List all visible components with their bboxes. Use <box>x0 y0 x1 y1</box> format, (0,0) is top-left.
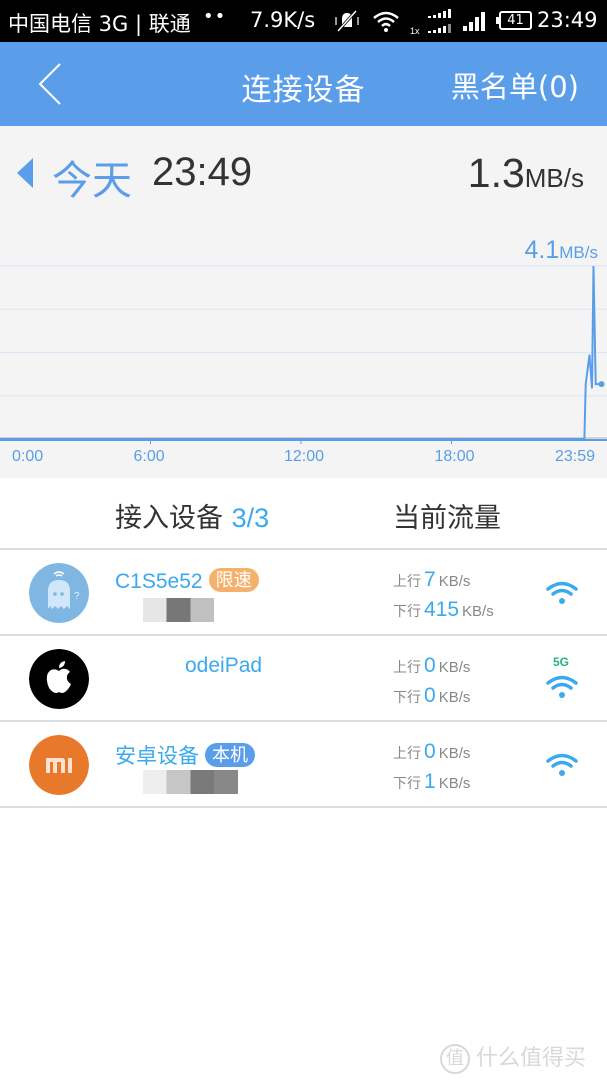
x-tick-label: 12:00 <box>284 448 325 465</box>
day-label[interactable]: 今天 <box>52 148 132 206</box>
download-value: 415 <box>424 598 460 621</box>
upload-line: 上行 0 KB/s <box>393 651 470 681</box>
x-tick-label: 6:00 <box>133 448 165 465</box>
wifi-5g-icon <box>546 675 578 698</box>
current-speed-unit: MB/s <box>524 163 584 193</box>
current-point-marker <box>598 381 605 388</box>
summary-time: 23:49 <box>152 150 253 194</box>
download-line: 下行 1 KB/s <box>393 767 470 797</box>
download-line: 下行 0 KB/s <box>393 681 470 711</box>
mute-icon <box>335 9 359 33</box>
download-value: 1 <box>424 770 436 793</box>
mi-logo-icon <box>29 735 89 795</box>
current-speed-value: 1.3 <box>467 150 525 196</box>
ghost-unknown-device-icon: ? <box>29 563 89 623</box>
download-unit: KB/s <box>462 603 494 620</box>
battery-icon: 41 <box>496 11 532 30</box>
download-unit: KB/s <box>438 689 471 706</box>
x-tick-label: 0:00 <box>12 448 44 465</box>
device-name-text: 安卓设备 <box>115 745 199 768</box>
apple-logo-icon <box>29 649 89 709</box>
traffic-chart-panel: 今天 23:49 1.3MB/s 4.1MB/s 0:00 6:00 12:00 18… <box>0 126 607 478</box>
this-device-badge: 本机 <box>205 743 255 767</box>
upload-value: 0 <box>424 654 436 677</box>
download-line: 下行 415 KB/s <box>393 595 494 625</box>
connected-devices-label: 接入设备 <box>115 503 223 534</box>
previous-day-arrow-icon[interactable] <box>17 158 33 188</box>
upload-value: 0 <box>424 740 436 763</box>
notification-dots: •• <box>203 6 227 27</box>
device-name: 安卓设备 本机 <box>115 740 255 770</box>
svg-text:?: ? <box>74 591 80 602</box>
svg-text:1x: 1x <box>410 26 420 36</box>
peak-speed-unit: MB/s <box>559 243 598 262</box>
device-name: C1S5e52 限速 <box>115 568 259 594</box>
device-mac-redacted <box>143 598 238 622</box>
network-speed: 7.9K/s <box>250 8 316 32</box>
download-label: 下行 <box>393 690 421 706</box>
peak-speed-label: 4.1MB/s <box>525 236 599 265</box>
device-name-text: odeiPad <box>185 654 263 677</box>
signal-icon <box>463 12 485 31</box>
upload-unit: KB/s <box>438 573 471 590</box>
x-tick-label: 18:00 <box>434 448 475 465</box>
device-row[interactable]: ? C1S5e52 限速 上行 7 KB/s 下行 415 KB/s <box>0 550 607 636</box>
watermark-text: 什么值得买 <box>476 1046 587 1071</box>
watermark: 值什么值得买 <box>440 1040 586 1074</box>
device-row[interactable]: odeiPad 上行 0 KB/s 下行 0 KB/s 5G <box>0 636 607 722</box>
device-list-header: 接入设备 3/3 当前流量 <box>0 478 607 550</box>
wifi-icon <box>546 581 578 604</box>
current-traffic-title: 当前流量 <box>393 503 501 534</box>
watermark-logo-icon: 值 <box>440 1044 470 1074</box>
upload-label: 上行 <box>393 660 421 676</box>
wifi-icon <box>546 753 578 776</box>
device-traffic: 上行 0 KB/s 下行 0 KB/s <box>393 651 470 711</box>
status-bar: 中国电信 3G | 联通 •• 7.9K/s 1x 41 23:49 <box>0 0 607 42</box>
device-mac-redacted <box>143 770 238 794</box>
upload-label: 上行 <box>393 574 421 590</box>
device-count: 3/3 <box>231 503 270 533</box>
blacklist-button[interactable]: 黑名单(0) <box>451 64 579 106</box>
upload-value: 7 <box>424 568 436 591</box>
wifi-icon <box>373 11 399 32</box>
download-value: 0 <box>424 684 436 707</box>
device-traffic: 上行 0 KB/s 下行 1 KB/s <box>393 737 470 797</box>
speed-limit-badge: 限速 <box>208 568 259 592</box>
carrier-label: 中国电信 3G | 联通 <box>8 12 191 36</box>
upload-label: 上行 <box>393 746 421 762</box>
download-label: 下行 <box>393 776 421 792</box>
dual-signal-icon: 1x <box>410 9 451 36</box>
device-name-text: C1S5e52 <box>115 570 203 593</box>
device-traffic: 上行 7 KB/s 下行 415 KB/s <box>393 565 494 625</box>
upload-line: 上行 7 KB/s <box>393 565 494 595</box>
upload-unit: KB/s <box>438 659 471 676</box>
upload-unit: KB/s <box>438 745 471 762</box>
app-header: 连接设备 黑名单(0) <box>0 42 607 126</box>
current-speed: 1.3MB/s <box>468 150 584 197</box>
download-unit: KB/s <box>438 775 471 792</box>
upload-line: 上行 0 KB/s <box>393 737 470 767</box>
band-5g-label: 5G <box>553 655 570 669</box>
x-tick-label: 23:59 <box>555 448 596 465</box>
connected-devices-title: 接入设备 3/3 <box>115 496 269 535</box>
device-name: odeiPad <box>185 654 262 678</box>
peak-speed-value: 4.1 <box>524 236 560 264</box>
download-label: 下行 <box>393 604 421 620</box>
clock: 23:49 <box>537 8 598 32</box>
device-row[interactable]: 安卓设备 本机 上行 0 KB/s 下行 1 KB/s <box>0 722 607 808</box>
